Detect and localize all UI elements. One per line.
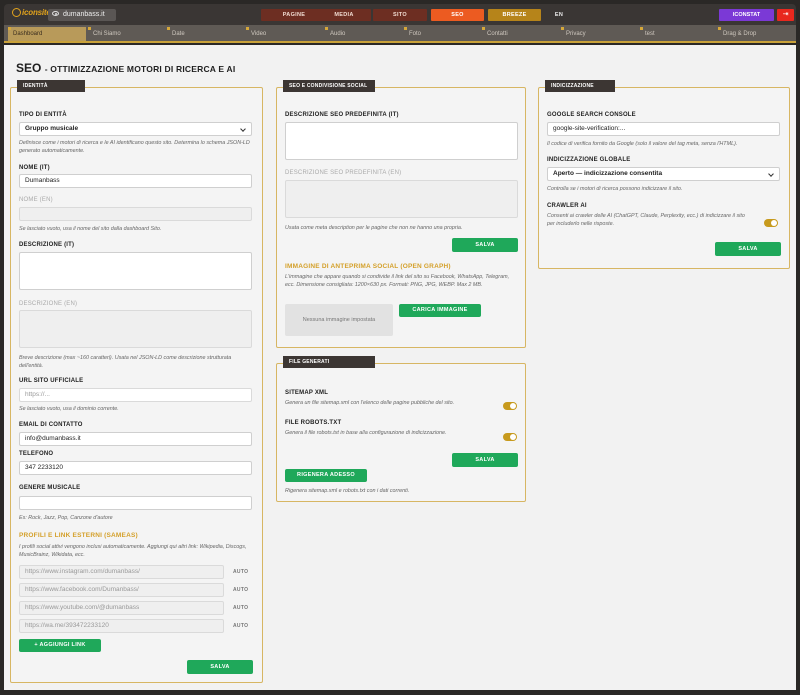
nav-media[interactable]: MEDIA <box>317 9 371 21</box>
nav-breeze[interactable]: BREEZE <box>488 9 541 21</box>
chevron-down-icon <box>768 171 774 177</box>
sitemap-label: SITEMAP XML <box>285 390 329 396</box>
seo-desc-en-label: DESCRIZIONE SEO PREDEFINITA (EN) <box>285 170 402 176</box>
tab-foto[interactable]: Foto <box>404 27 482 41</box>
gsc-hint: Il codice di verifica fornito da Google … <box>547 141 738 147</box>
entity-type-select[interactable]: Gruppo musicale <box>19 122 252 136</box>
seo-desc-it-textarea[interactable] <box>285 122 518 160</box>
name-it-input[interactable]: Dumanbass <box>19 174 252 188</box>
tab-audio[interactable]: Audio <box>325 27 403 41</box>
seo-desc-hint: Usata come meta description per le pagin… <box>285 225 463 231</box>
identity-card-header: IDENTITÀ <box>17 80 85 92</box>
crawler-ai-hint: Consenti ai crawler delle AI (ChatGPT, C… <box>547 213 745 227</box>
social-card: SEO E CONDIVISIONE SOCIAL DESCRIZIONE SE… <box>276 80 526 348</box>
name-en-input[interactable] <box>19 207 252 221</box>
auto-badge: AUTO <box>233 605 249 611</box>
nav-seo[interactable]: SEO <box>431 9 484 21</box>
email-label: EMAIL DI CONTATTO <box>19 422 83 428</box>
upload-image-button[interactable]: CARICA IMMAGINE <box>399 304 481 317</box>
tab-date[interactable]: Date <box>167 27 245 41</box>
global-index-hint: Controlla se i motori di ricerca possono… <box>547 186 683 192</box>
entity-type-label: TIPO DI ENTITÀ <box>19 112 67 118</box>
name-hint: Se lasciato vuoto, usa il nome del sito … <box>19 226 162 232</box>
profiles-hint: I profili social attivi vengono inclusi … <box>19 544 247 558</box>
chevron-down-icon <box>240 126 246 132</box>
entity-type-hint: Definisce come i motori di ricerca e le … <box>19 140 250 154</box>
url-hint: Se lasciato vuoto, usa il dominio corren… <box>19 406 119 412</box>
og-image-title: IMMAGINE DI ANTEPRIMA SOCIAL (OPEN GRAPH… <box>285 263 451 270</box>
language-switch[interactable]: EN <box>549 9 569 21</box>
crawler-ai-label: CRAWLER AI <box>547 203 587 209</box>
tab-contatti[interactable]: Contatti <box>482 27 560 41</box>
robots-label: FILE ROBOTS.TXT <box>285 420 342 426</box>
sitemap-hint: Genera un file sitemap.xml con l'elenco … <box>285 400 455 406</box>
sitemap-toggle[interactable] <box>503 402 517 410</box>
profile-link-input[interactable]: https://www.youtube.com/@dumanbass <box>19 601 224 615</box>
desc-en-label: DESCRIZIONE (EN) <box>19 301 78 307</box>
add-link-button[interactable]: + AGGIUNGI LINK <box>19 639 101 652</box>
crawler-ai-toggle[interactable] <box>764 219 778 227</box>
gsc-label: GOOGLE SEARCH CONSOLE <box>547 112 636 118</box>
tab-dashboard[interactable]: Dashboard <box>8 27 86 41</box>
auto-badge: AUTO <box>233 587 249 593</box>
phone-label: TELEFONO <box>19 451 54 457</box>
view-site-link[interactable]: dumanbass.it <box>48 9 116 21</box>
page-tabs: Dashboard Chi Siamo Date Video Audio Fot… <box>4 25 796 43</box>
social-card-header: SEO E CONDIVISIONE SOCIAL <box>283 80 375 92</box>
tab-chi-siamo[interactable]: Chi Siamo <box>88 27 166 41</box>
seo-desc-it-label: DESCRIZIONE SEO PREDEFINITA (IT) <box>285 112 399 118</box>
regenerate-button[interactable]: RIGENERA ADESSO <box>285 469 367 482</box>
tab-privacy[interactable]: Privacy <box>561 27 639 41</box>
desc-it-label: DESCRIZIONE (IT) <box>19 242 75 248</box>
identity-save-button[interactable]: SALVA <box>187 660 253 674</box>
indexing-card: INDICIZZAZIONE GOOGLE SEARCH CONSOLE goo… <box>538 80 790 269</box>
og-image-hint: L'immagine che appare quando si condivid… <box>285 274 510 288</box>
regenerate-hint: Rigenera sitemap.xml e robots.txt con i … <box>285 488 410 494</box>
desc-en-textarea[interactable] <box>19 310 252 348</box>
indexing-card-header: INDICIZZAZIONE <box>545 80 615 92</box>
name-it-label: NOME (IT) <box>19 165 50 171</box>
files-card: FILE GENERATI SITEMAP XML Genera un file… <box>276 356 526 502</box>
global-index-label: INDICIZZAZIONE GLOBALE <box>547 157 631 163</box>
nav-sito[interactable]: SITO <box>373 9 427 21</box>
page-title: SEO - OTTIMIZZAZIONE MOTORI DI RICERCA E… <box>16 61 236 75</box>
top-bar: iconsite dumanbass.it PAGINE MEDIA SITO … <box>4 4 796 25</box>
tab-drag-drop[interactable]: Drag & Drop <box>718 27 794 41</box>
logout-icon[interactable]: ⇥ <box>777 9 794 21</box>
name-en-label: NOME (EN) <box>19 197 53 203</box>
indexing-save-button[interactable]: SALVA <box>715 242 781 256</box>
desc-it-textarea[interactable] <box>19 252 252 290</box>
genre-hint: Es: Rock, Jazz, Pop, Canzone d'autore <box>19 515 113 521</box>
profile-link-input[interactable]: https://www.instagram.com/dumanbass/ <box>19 565 224 579</box>
email-input[interactable]: info@dumanbass.it <box>19 432 252 446</box>
auto-badge: AUTO <box>233 623 249 629</box>
files-card-header: FILE GENERATI <box>283 356 375 368</box>
logo-icon <box>12 8 21 17</box>
url-label: URL SITO UFFICIALE <box>19 378 84 384</box>
iconstat-button[interactable]: ICONSTAT <box>719 9 774 21</box>
robots-hint: Genera il file robots.txt in base alla c… <box>285 430 447 436</box>
seo-desc-en-textarea[interactable] <box>285 180 518 218</box>
robots-toggle[interactable] <box>503 433 517 441</box>
gsc-input[interactable]: google-site-verification:... <box>547 122 780 136</box>
tab-test[interactable]: test <box>640 27 718 41</box>
og-image-placeholder: Nessuna immagine impostata <box>285 304 393 336</box>
auto-badge: AUTO <box>233 569 249 575</box>
eye-icon <box>52 11 59 16</box>
identity-card: IDENTITÀ TIPO DI ENTITÀ Gruppo musicale … <box>10 80 263 683</box>
tab-video[interactable]: Video <box>246 27 324 41</box>
app-logo[interactable]: iconsite <box>12 8 51 17</box>
main-panel: SEO - OTTIMIZZAZIONE MOTORI DI RICERCA E… <box>4 45 796 690</box>
genre-input[interactable] <box>19 496 252 510</box>
genre-label: GENERE MUSICALE <box>19 485 81 491</box>
desc-hint: Breve descrizione (max ~160 caratteri). … <box>19 355 232 369</box>
global-index-select[interactable]: Aperto — indicizzazione consentita <box>547 167 780 181</box>
profile-link-input[interactable]: https://wa.me/393472233120 <box>19 619 224 633</box>
url-input[interactable]: https://... <box>19 388 252 402</box>
social-save-button[interactable]: SALVA <box>452 238 518 252</box>
phone-input[interactable]: 347 2233120 <box>19 461 252 475</box>
profile-link-input[interactable]: https://www.facebook.com/Dumanbass/ <box>19 583 224 597</box>
profiles-title: PROFILI E LINK ESTERNI (SAMEAS) <box>19 532 138 539</box>
files-save-button[interactable]: SALVA <box>452 453 518 467</box>
